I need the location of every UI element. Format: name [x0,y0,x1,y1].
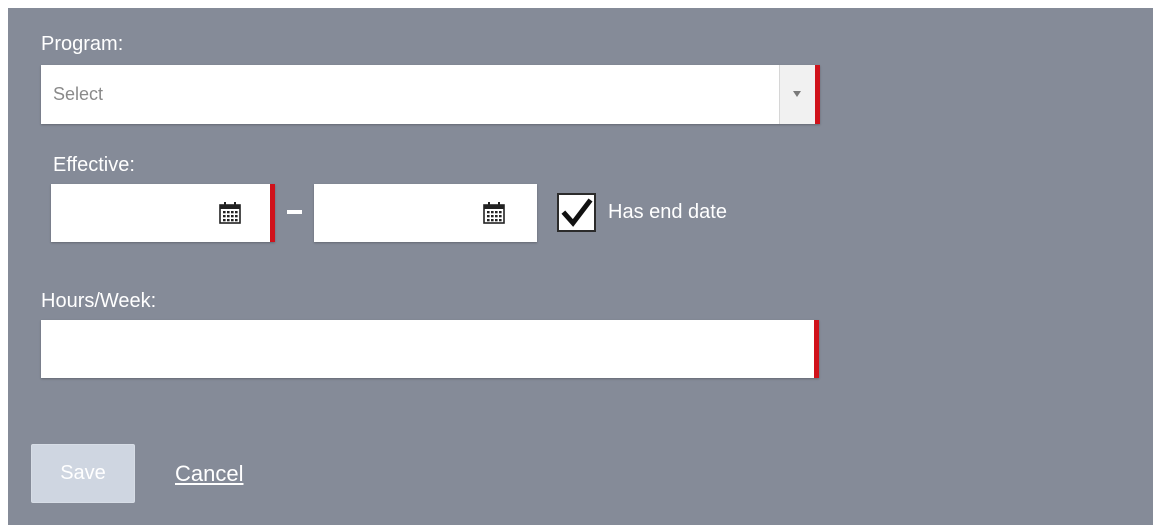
required-indicator [815,65,820,124]
date-range-separator [287,210,302,214]
cancel-link[interactable]: Cancel [175,461,243,487]
program-label: Program: [41,33,124,55]
calendar-icon[interactable] [218,201,242,225]
hours-week-input[interactable] [41,320,819,378]
hours-week-label: Hours/Week: [41,290,157,312]
save-button[interactable]: Save [31,444,135,503]
has-end-date-label[interactable]: Has end date [608,200,727,224]
program-select-toggle[interactable] [779,65,815,124]
program-select[interactable]: Select [41,65,820,124]
form-panel: Program: Select Effective: Has end date … [8,8,1153,525]
has-end-date-checkbox[interactable] [557,193,596,232]
checkmark-icon [561,198,593,227]
required-indicator [270,184,275,242]
effective-end-date-input[interactable] [314,184,537,242]
required-indicator [814,320,819,378]
calendar-icon[interactable] [482,201,506,225]
chevron-down-icon [793,91,801,97]
effective-label: Effective: [53,154,135,176]
effective-start-date-input[interactable] [51,184,275,242]
program-select-placeholder: Select [53,84,104,104]
